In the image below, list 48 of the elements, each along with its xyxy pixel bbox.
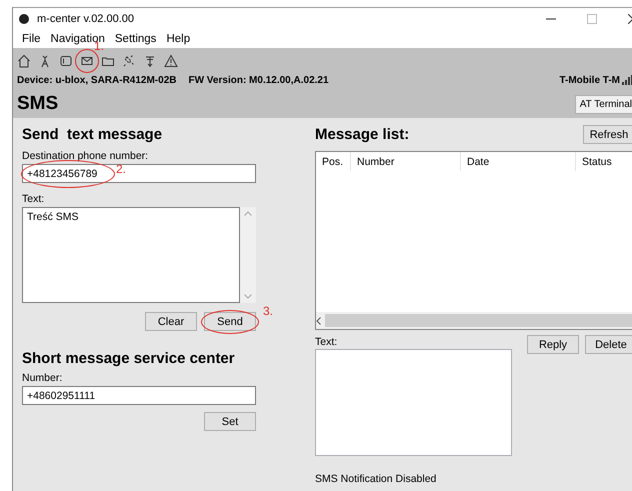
menu-item[interactable]: Settings xyxy=(110,33,162,45)
send-button[interactable]: Send xyxy=(204,312,256,331)
highlight-ellipse xyxy=(75,49,99,73)
message-text-area[interactable] xyxy=(315,349,512,456)
refresh-button[interactable]: Refresh xyxy=(583,125,632,144)
device-label: Device: u-blox, SARA-R412M-02B xyxy=(17,74,176,86)
scroll-up-icon xyxy=(244,211,252,216)
firmware-label: FW Version: M0.12.00,A.02.21 xyxy=(188,74,329,86)
status-text: SMS Notification Disabled xyxy=(315,473,438,485)
column-header[interactable]: Date xyxy=(461,152,576,171)
menu-item[interactable]: Help xyxy=(161,33,196,45)
window-title: m-center v.02.00.00 xyxy=(37,13,136,25)
app-icon xyxy=(19,14,29,24)
operator-label: T-Mobile T-M xyxy=(559,74,620,86)
section-title: Message list: xyxy=(315,125,410,144)
field-label: Destination phone number: xyxy=(22,150,150,163)
annotation-number: 2. xyxy=(116,162,126,176)
signal-icon xyxy=(622,75,632,85)
field-label: Text: xyxy=(22,193,46,206)
scroll-left-icon xyxy=(316,316,321,324)
message-text-area[interactable]: Treść SMS xyxy=(22,207,240,303)
menu-item[interactable]: File xyxy=(17,33,46,45)
column-header[interactable]: Number xyxy=(351,152,461,171)
clear-button[interactable]: Clear xyxy=(145,312,197,331)
warning-icon xyxy=(164,54,178,68)
maximize-icon xyxy=(586,14,596,24)
delete-button[interactable]: Delete xyxy=(585,335,632,354)
scrollbar[interactable] xyxy=(240,207,256,303)
chip-icon xyxy=(59,54,73,68)
page-title: SMS xyxy=(17,93,60,115)
antenna-icon xyxy=(143,54,157,68)
section-title: Send text message xyxy=(22,125,164,144)
column-header[interactable]: Status xyxy=(576,152,632,171)
annotation-number: 3. xyxy=(263,304,274,318)
reply-button[interactable]: Reply xyxy=(527,335,579,354)
field-label: Text: xyxy=(315,336,338,349)
envelope-icon xyxy=(80,54,94,68)
section-title: Short message service center xyxy=(22,349,236,368)
scrollbar[interactable] xyxy=(316,312,632,329)
satellite-icon xyxy=(122,54,136,68)
field-label: Number: xyxy=(22,372,64,385)
highlight-ellipse xyxy=(201,310,259,334)
home-icon xyxy=(17,54,31,68)
column-header[interactable]: Pos. xyxy=(316,152,351,171)
set-button[interactable]: Set xyxy=(204,412,256,431)
scroll-down-icon xyxy=(244,294,252,299)
at-terminal-button[interactable]: AT Terminal xyxy=(574,94,632,114)
service-center-number-field[interactable]: +48602951111 xyxy=(22,386,256,405)
